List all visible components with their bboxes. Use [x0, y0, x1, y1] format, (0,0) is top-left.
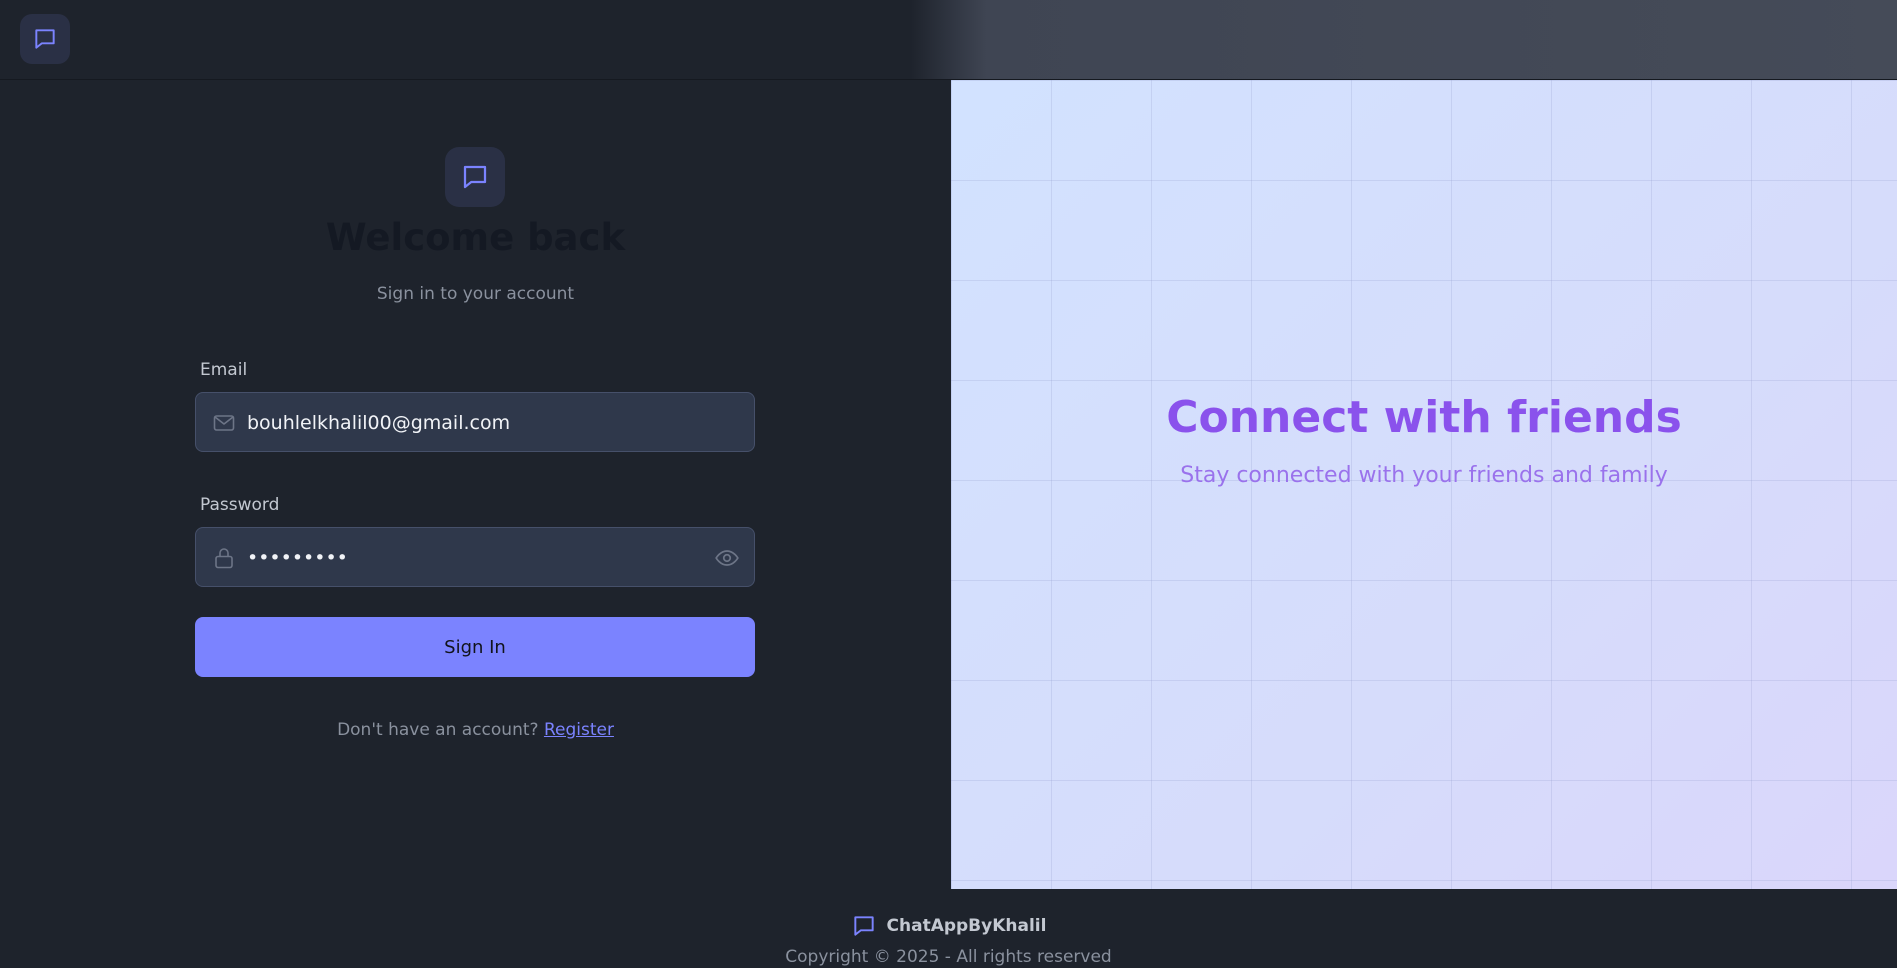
- footer-copyright: Copyright © 2025 - All rights reserved: [785, 947, 1112, 967]
- chat-bubble-icon: [463, 165, 487, 189]
- promo-title: Connect with friends: [1166, 392, 1682, 443]
- chat-bubble-icon: [853, 916, 874, 936]
- email-value: bouhlelkhalil00@gmail.com: [247, 412, 511, 434]
- login-panel: Welcome back Sign in to your account Ema…: [0, 80, 951, 889]
- password-value: •••••••••: [247, 547, 348, 569]
- footer-brand-name: ChatAppByKhalil: [886, 916, 1047, 936]
- app-logo[interactable]: [20, 14, 70, 64]
- register-prompt-line: Don't have an account? Register: [0, 720, 951, 740]
- password-field[interactable]: •••••••••: [195, 527, 755, 587]
- email-field[interactable]: bouhlelkhalil00@gmail.com: [195, 392, 755, 452]
- login-logo: [445, 147, 505, 207]
- email-label: Email: [200, 360, 248, 380]
- mail-icon: [213, 415, 235, 431]
- promo-subtitle: Stay connected with your friends and fam…: [1180, 463, 1668, 488]
- promo-panel: Connect with friends Stay connected with…: [951, 80, 1897, 889]
- lock-icon: [215, 548, 233, 569]
- top-bar: [0, 0, 1897, 80]
- sign-in-button[interactable]: Sign In: [195, 617, 755, 677]
- register-link[interactable]: Register: [544, 720, 614, 740]
- password-label: Password: [200, 495, 280, 515]
- chat-bubble-icon: [35, 29, 55, 49]
- page-title: Welcome back: [325, 216, 626, 259]
- page-subtitle: Sign in to your account: [376, 284, 575, 304]
- footer-brand: ChatAppByKhalil: [0, 913, 1897, 939]
- footer: ChatAppByKhalil Copyright © 2025 - All r…: [0, 889, 1897, 968]
- eye-icon[interactable]: [714, 545, 740, 571]
- register-prompt: Don't have an account?: [337, 720, 539, 740]
